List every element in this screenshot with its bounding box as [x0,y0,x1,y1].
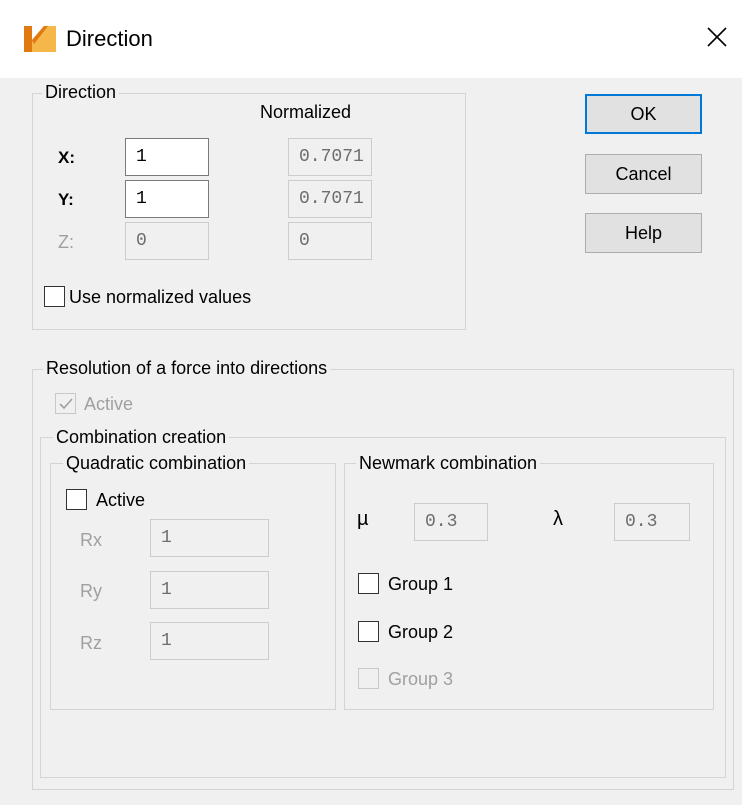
y-label: Y: [58,190,74,209]
quadratic-active-checkbox[interactable] [66,489,87,510]
use-normalized-label[interactable]: Use normalized values [69,287,251,308]
newmark-group-label: Newmark combination [356,453,541,474]
resolution-active-label: Active [84,394,134,414]
rz-label: Rz [80,633,102,653]
mu-input: 0.3 [414,503,488,541]
x-input[interactable]: 1 [125,138,209,176]
resolution-active-checkbox [55,393,76,414]
x-label: X: [58,148,75,167]
window-title: Direction [66,26,153,51]
group1-checkbox[interactable] [358,573,379,594]
z-input: 0 [125,222,209,260]
cancel-button[interactable]: Cancel [585,154,702,194]
quadratic-group-label: Quadratic combination [63,453,250,474]
rz-input: 1 [150,622,269,660]
quadratic-active-label[interactable]: Active [96,490,145,511]
x-normalized-field: 0.7071 [288,138,372,176]
check-icon [59,398,73,410]
close-icon[interactable] [702,22,732,52]
ry-input: 1 [150,571,269,609]
z-normalized-field: 0 [288,222,372,260]
y-input[interactable]: 1 [125,180,209,218]
use-normalized-checkbox[interactable] [44,286,65,307]
title-bar: Direction [0,0,742,78]
mu-label: µ [357,508,369,530]
lambda-input: 0.3 [614,503,690,541]
combination-group-label: Combination creation [53,427,230,448]
resolution-group-label: Resolution of a force into directions [43,358,331,379]
group3-label: Group 3 [388,669,454,689]
direction-group-label: Direction [42,82,120,103]
group3-checkbox [358,668,379,689]
rx-input: 1 [150,519,269,557]
z-label: Z: [58,232,74,252]
group2-label[interactable]: Group 2 [388,622,453,643]
y-normalized-field: 0.7071 [288,180,372,218]
app-logo-icon [24,26,56,52]
group1-label[interactable]: Group 1 [388,574,453,595]
lambda-label: λ [553,508,563,530]
rx-label: Rx [80,530,102,550]
group2-checkbox[interactable] [358,621,379,642]
normalized-header: Normalized [260,102,352,122]
ry-label: Ry [80,581,102,601]
ok-button[interactable]: OK [585,94,702,134]
help-button[interactable]: Help [585,213,702,253]
